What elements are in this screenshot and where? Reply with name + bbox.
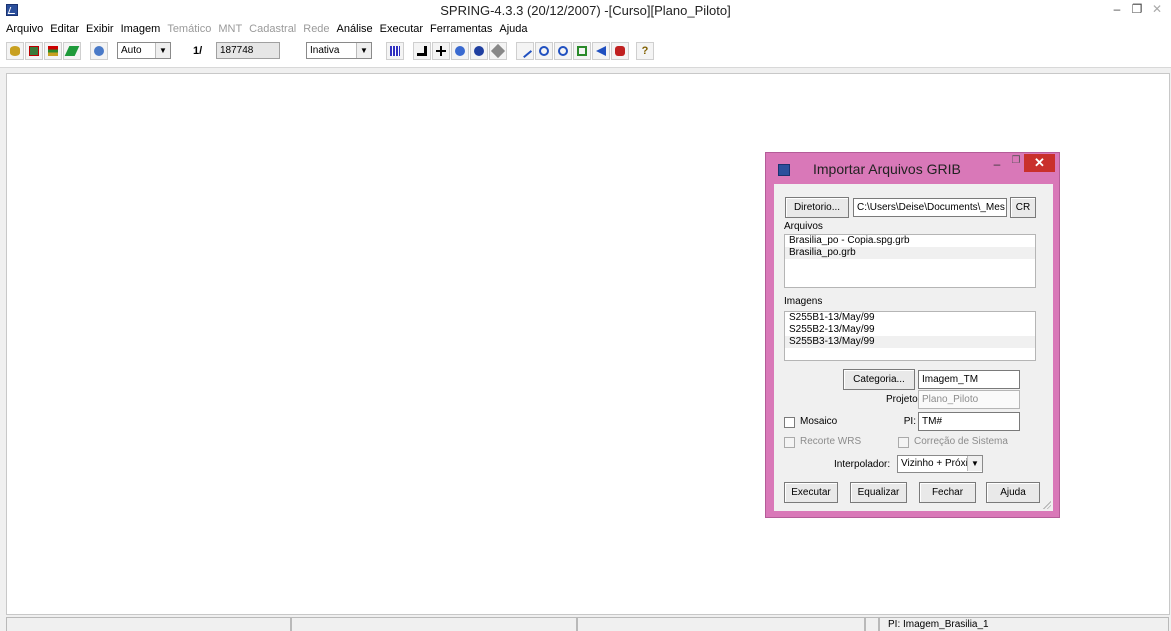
project-label: Projeto: [886,394,921,405]
status-bar: PI: Imagem_Brasilia_1 [0,616,1171,631]
tag-icon[interactable] [489,42,507,60]
menu-cadastral[interactable]: Cadastral [249,20,296,38]
line-tool-icon[interactable] [516,42,534,60]
list-item[interactable]: S255B1-13/May/99 [785,312,1035,324]
directory-button[interactable]: Diretorio... [785,197,849,218]
status-segment [577,617,865,631]
scale-label: 1/ [193,45,203,57]
status-pi: PI: Imagem_Brasilia_1 [879,617,1169,631]
dialog-title: Importar Arquivos GRIB [813,161,961,177]
title-bar: SPRING-4.3.3 (20/12/2007) -[Curso][Plano… [0,0,1171,20]
menu-arquivo[interactable]: Arquivo [6,20,43,38]
cr-button[interactable]: CR [1010,197,1036,218]
draw-icon[interactable] [90,42,108,60]
redraw-icon[interactable] [611,42,629,60]
menu-ajuda[interactable]: Ajuda [499,20,527,38]
pi-label: PI: [903,416,916,427]
state-select[interactable]: Inativa ▼ [306,42,372,59]
status-segment [291,617,577,631]
mosaic-checkbox[interactable] [784,417,795,428]
chevron-down-icon[interactable]: ▼ [356,43,371,58]
minimize-icon[interactable]: – [989,157,1005,171]
zoom-area-icon[interactable] [573,42,591,60]
category-button[interactable]: Categoria... [843,369,915,390]
database-icon[interactable] [6,42,24,60]
layers-icon[interactable] [44,42,62,60]
interpolator-label: Interpolador: [834,459,891,470]
dialog-body: Diretorio... C:\Users\Deise\Documents\_M… [774,184,1053,511]
pan-icon[interactable] [451,42,469,60]
menu-rede[interactable]: Rede [303,20,329,38]
maximize-icon[interactable]: ❐ [1008,155,1024,166]
images-label: Imagens [784,296,823,307]
back-arrow-icon[interactable] [592,42,610,60]
menu-analise[interactable]: Análise [337,20,373,38]
menu-executar[interactable]: Executar [380,20,423,38]
directory-path-field[interactable]: C:\Users\Deise\Documents\_Mes [853,198,1007,217]
close-icon[interactable]: ✕ [1024,154,1055,172]
execute-button[interactable]: Executar [784,482,838,503]
dialog-title-bar[interactable]: Importar Arquivos GRIB – ❐ ✕ [766,153,1059,183]
recorte-wrs-checkbox[interactable] [784,437,795,448]
toolbar: Auto ▼ 1/ 187748 Inativa ▼ ? [0,38,1171,68]
dialog-app-icon [778,164,790,176]
cursor-select-icon[interactable] [413,42,431,60]
help-button[interactable]: Ajuda [986,482,1040,503]
images-list[interactable]: S255B1-13/May/99 S255B2-13/May/99 S255B3… [784,311,1036,361]
resize-grip[interactable] [1041,499,1051,509]
chevron-down-icon[interactable]: ▼ [967,456,982,471]
restore-icon[interactable]: ❐ [1127,0,1147,20]
state-select-value: Inativa [310,45,340,56]
category-field[interactable]: Imagem_TM [918,370,1020,389]
list-item[interactable]: S255B2-13/May/99 [785,324,1035,336]
project-field: Plano_Piloto [918,390,1020,409]
list-item[interactable]: S255B3-13/May/99 [785,336,1035,348]
mosaic-label: Mosaico [800,416,838,427]
list-item[interactable]: Brasilia_po.grb [785,247,1035,259]
system-correction-label: Correção de Sistema [914,436,1008,447]
menu-tematico[interactable]: Temático [167,20,211,38]
scale-input[interactable]: 187748 [216,42,280,59]
list-item[interactable]: Brasilia_po - Copia.spg.grb [785,235,1035,247]
zoom-mode-value: Auto [121,45,142,56]
palette-icon[interactable] [386,42,404,60]
zoom-out-icon[interactable] [554,42,572,60]
status-segment [865,617,879,631]
zoom-mode-select[interactable]: Auto ▼ [117,42,171,59]
plus-icon[interactable] [432,42,450,60]
chevron-down-icon[interactable]: ▼ [155,43,170,58]
window-title: SPRING-4.3.3 (20/12/2007) -[Curso][Plano… [440,3,731,18]
files-label: Arquivos [784,221,823,232]
window-controls: – ❐ ✕ [1107,0,1167,20]
equalize-button[interactable]: Equalizar [850,482,907,503]
interpolator-select[interactable]: Vizinho + Próximo ▼ [897,455,983,473]
menu-ferramentas[interactable]: Ferramentas [430,20,492,38]
menu-exibir[interactable]: Exibir [86,20,114,38]
minimize-icon[interactable]: – [1107,0,1127,20]
menu-mnt[interactable]: MNT [218,20,242,38]
help-icon[interactable]: ? [636,42,654,60]
status-segment [6,617,291,631]
files-list[interactable]: Brasilia_po - Copia.spg.grb Brasilia_po.… [784,234,1036,288]
info-icon[interactable] [470,42,488,60]
plane-icon[interactable] [63,42,81,60]
zoom-in-icon[interactable] [535,42,553,60]
menu-editar[interactable]: Editar [50,20,79,38]
menu-bar: Arquivo Editar Exibir Imagem Temático MN… [0,20,1171,38]
close-icon[interactable]: ✕ [1147,0,1167,20]
close-button[interactable]: Fechar [919,482,976,503]
recorte-wrs-label: Recorte WRS [800,436,862,447]
import-grib-dialog: Importar Arquivos GRIB – ❐ ✕ Diretorio..… [765,152,1060,518]
menu-imagem[interactable]: Imagem [121,20,161,38]
pi-field[interactable]: TM# [918,412,1020,431]
project-icon[interactable] [25,42,43,60]
system-correction-checkbox[interactable] [898,437,909,448]
